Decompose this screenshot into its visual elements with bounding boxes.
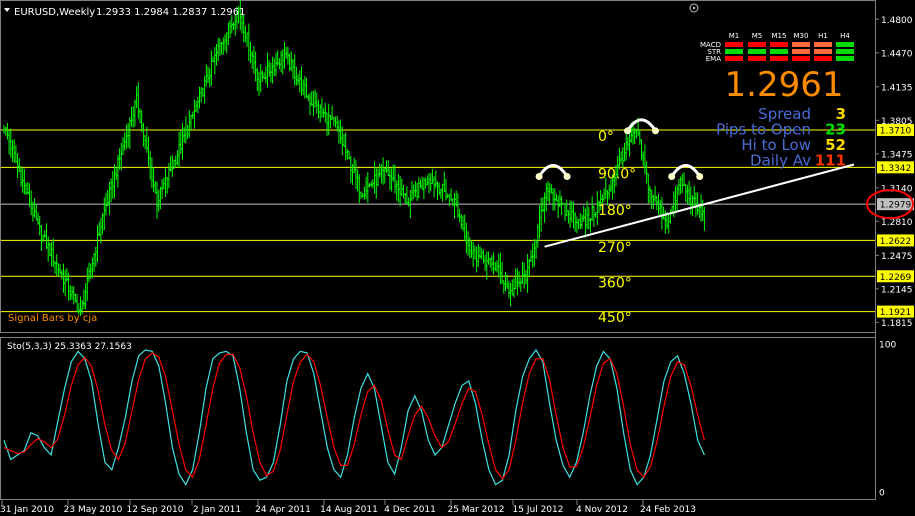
signal-cell (725, 56, 743, 61)
level-label: 1.3342 (880, 164, 912, 174)
time-tick-label: 4 Nov 2012 (576, 505, 628, 515)
timeframe-label: M1 (729, 32, 740, 40)
stoch-tick-label: 0 (879, 489, 885, 499)
signal-panel: M1 M5 M15 M30 H1 H4MACDSTREMA (700, 32, 854, 63)
oscillator-title: Sto(5,3,3) 25.3363 27.1563 (7, 342, 132, 352)
price-tick-label: 1.2810 (881, 218, 913, 228)
price-tick-label: 1.4470 (881, 49, 913, 59)
indicator-name: EMA (706, 55, 721, 63)
timeframe-label: H1 (818, 32, 828, 40)
signal-cell (725, 42, 743, 47)
big-price: 1.2961 (725, 65, 844, 105)
signal-cell (748, 56, 766, 61)
ohlc-readout: 1.2933 1.2984 1.2837 1.2961 (96, 7, 246, 18)
level-label: 1.2622 (880, 237, 912, 247)
price-tick-label: 1.4800 (881, 16, 913, 26)
price-chart-frame (0, 0, 876, 333)
arc-dot (668, 173, 676, 181)
time-tick-label: 2 Jan 2011 (193, 505, 241, 515)
angle-label: 450° (598, 310, 632, 326)
price-tick-label: 1.3475 (881, 150, 913, 160)
angle-label: 90.0° (598, 167, 636, 183)
price-axis: 1.48001.44701.41351.38051.34751.31401.28… (875, 16, 914, 329)
time-tick-label: 25 Mar 2012 (447, 505, 504, 515)
stat-value: 111 (815, 152, 846, 170)
symbol-label: EURUSD,Weekly (14, 7, 95, 18)
time-tick-label: 15 Jul 2012 (513, 505, 564, 515)
level-label: 1.3710 (880, 126, 912, 136)
watermark-text: Signal Bars by cja (8, 313, 97, 324)
stochastic-lines (3, 348, 705, 486)
dropdown-triangle-icon[interactable] (4, 8, 10, 12)
time-tick-label: 4 Dec 2011 (384, 505, 436, 515)
price-tick-label: 1.1815 (881, 319, 913, 329)
level-label: 1.2269 (880, 273, 912, 283)
signal-cell (792, 49, 810, 54)
arc-dot (624, 127, 631, 135)
angle-label: 270° (598, 240, 632, 256)
oscillator-axis: 100 0 (879, 341, 896, 499)
signal-cell (792, 56, 810, 61)
oscillator-frame (0, 337, 876, 500)
price-tick-label: 1.3140 (881, 184, 913, 194)
signal-cell (770, 42, 788, 47)
price-bars (3, 0, 706, 316)
chart-canvas: 0° 90.0° 180° 270° 360° 450° 1.4800 1.4470 1.41… (0, 0, 914, 515)
angle-label: 180° (598, 203, 632, 219)
signal-cell (836, 56, 854, 61)
timeframe-label: M5 (752, 32, 763, 40)
signal-cell (748, 42, 766, 47)
time-tick-label: 23 May 2010 (64, 505, 123, 515)
arc-dot (535, 173, 543, 181)
chart-window: 0° 90.0° 180° 270° 360° 450° 1.4800 1.4470 1.41… (0, 0, 915, 516)
price-tick-label: 1.2145 (881, 285, 913, 295)
signal-cell (836, 49, 854, 54)
arc-dot (696, 173, 704, 181)
time-tick-label: 24 Apr 2011 (255, 505, 311, 515)
stats-block: Spread 3Pips to Open 23Hi to Low 52Daily Av… (716, 105, 846, 170)
timeframe-label: H4 (840, 32, 850, 40)
time-tick-label: 31 Jan 2010 (0, 505, 54, 515)
arc-dot (652, 127, 659, 135)
signal-cell (770, 49, 788, 54)
timeframe-label: M15 (772, 32, 787, 40)
signal-cell (814, 42, 832, 47)
price-tick-label: 1.4135 (881, 83, 913, 93)
stoch-tick-label: 100 (879, 341, 896, 351)
timeframe-label: M30 (794, 32, 809, 40)
signal-cell (792, 42, 810, 47)
signal-cell (748, 49, 766, 54)
signal-cell (836, 42, 854, 47)
arc-dot (563, 173, 571, 181)
expert-advisor-icon[interactable] (689, 3, 699, 13)
signal-cell (814, 56, 832, 61)
time-tick-label: 14 Aug 2011 (320, 505, 378, 515)
angle-label: 0° (598, 129, 614, 145)
level-label: 1.1921 (880, 308, 912, 318)
horizontal-levels (1, 129, 875, 313)
stat-label: Daily Av (750, 152, 811, 170)
signal-cell (725, 49, 743, 54)
angle-label: 360° (598, 275, 632, 291)
time-tick-label: 12 Sep 2010 (126, 505, 183, 515)
level-label: 1.2979 (880, 201, 912, 211)
signal-cell (770, 56, 788, 61)
time-axis: 31 Jan 2010 23 May 2010 12 Sep 2010 2 Jan 2… (0, 500, 696, 515)
stoch-line-main (3, 348, 705, 486)
time-tick-label: 24 Feb 2013 (640, 505, 696, 515)
signal-cell (814, 49, 832, 54)
price-tick-label: 1.2475 (881, 252, 913, 262)
